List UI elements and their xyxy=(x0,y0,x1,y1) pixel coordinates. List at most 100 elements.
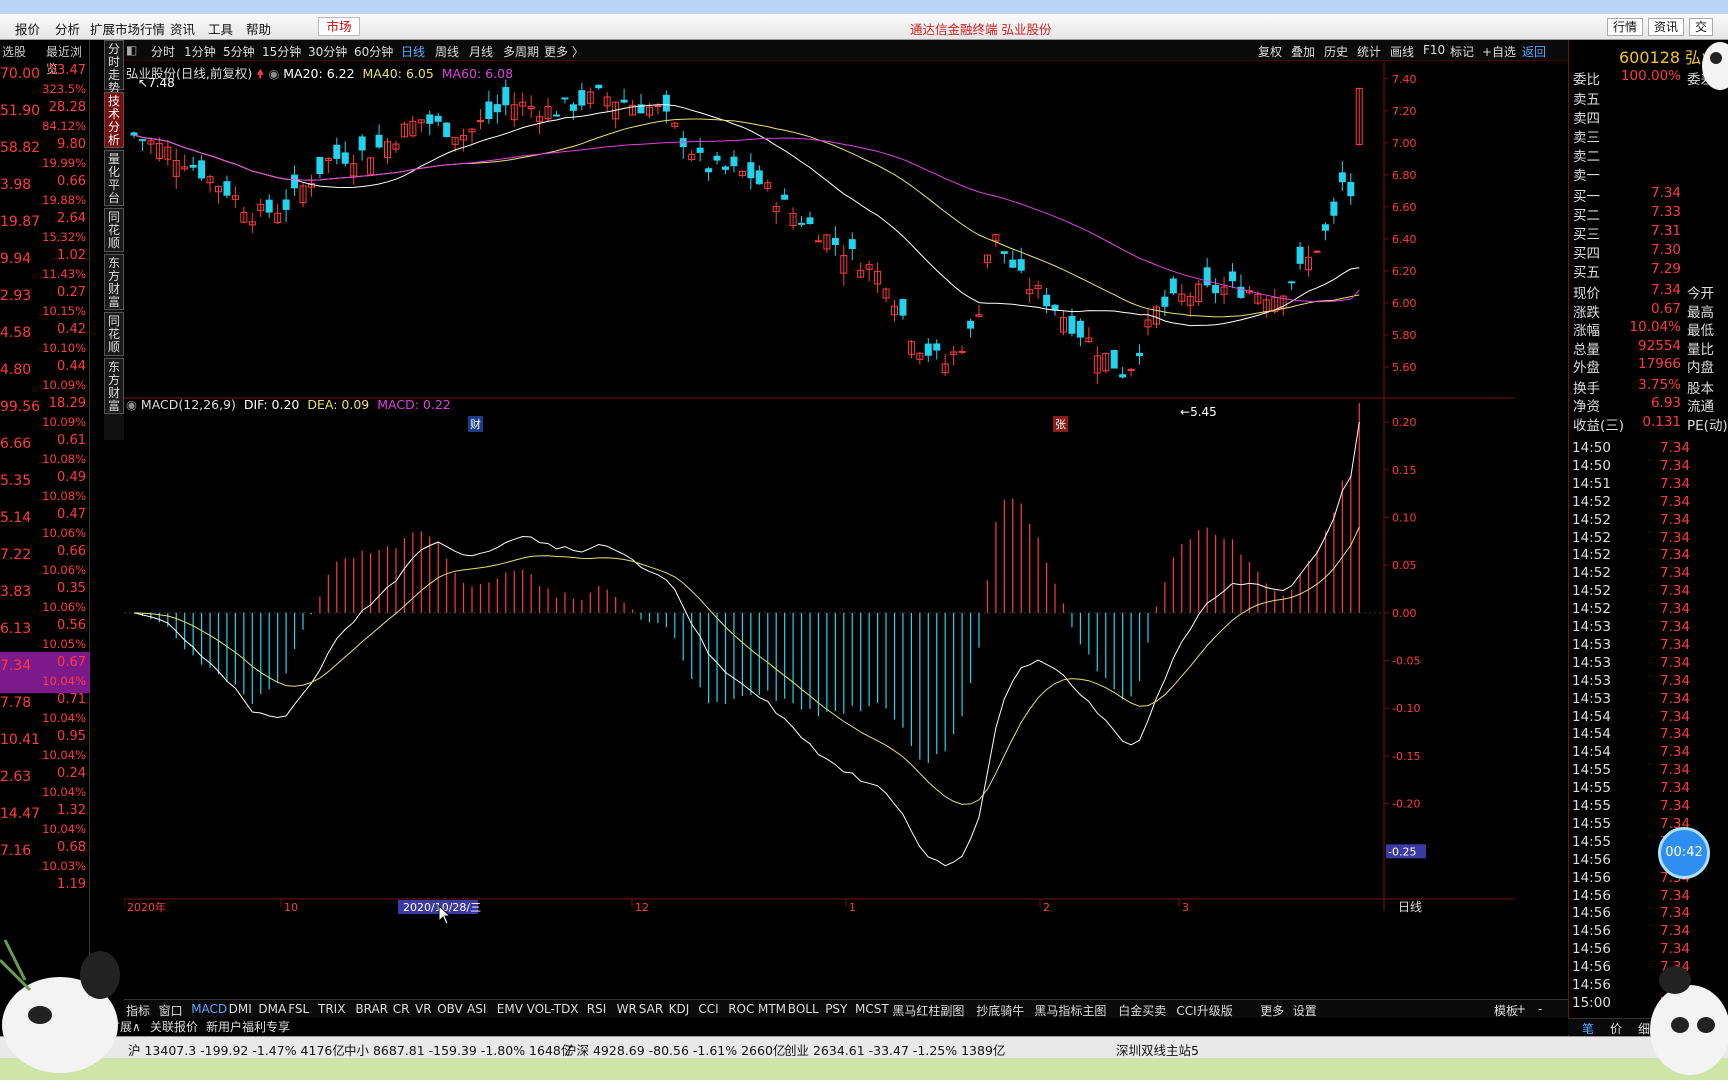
tick-tab[interactable]: 价 xyxy=(1610,1020,1622,1037)
menu-tools[interactable]: 工具 xyxy=(208,19,233,38)
stock-list-row[interactable]: 7.22 0.66 10.06% xyxy=(0,541,90,582)
news-button[interactable]: 资讯 xyxy=(1648,18,1685,36)
ask-row[interactable]: 卖四 xyxy=(1573,107,1728,127)
stock-list-row[interactable]: 4.58 0.42 10.10% xyxy=(0,319,90,360)
indicator-tab[interactable]: 窗口 xyxy=(159,1002,183,1019)
indicator-tab[interactable]: ROC xyxy=(728,1002,754,1016)
indicator-tab[interactable]: VR xyxy=(415,1002,432,1016)
indicator-tab[interactable]: RSI xyxy=(587,1002,607,1016)
tick-tab[interactable]: 笔 xyxy=(1582,1020,1594,1037)
stock-list-row[interactable]: 7.34 0.67 10.04% xyxy=(0,652,90,693)
indicator-tab[interactable]: ASI xyxy=(467,1002,486,1016)
stock-list-row[interactable]: 3.83 0.35 10.06% xyxy=(0,578,90,619)
indicator-tab[interactable]: 黑马指标主图 xyxy=(1034,1002,1106,1019)
indicator-tab[interactable]: PSY xyxy=(825,1002,847,1016)
stock-list-row[interactable]: 1.19 xyxy=(0,874,90,915)
indicator-tab[interactable]: CCI升级版 xyxy=(1176,1002,1232,1019)
tool-history[interactable]: 历史 xyxy=(1324,43,1348,60)
stock-list-row[interactable]: 7.78 0.71 10.04% xyxy=(0,689,90,730)
stock-list-row[interactable]: 5.35 0.49 10.08% xyxy=(0,467,90,508)
tool-stats[interactable]: 统计 xyxy=(1357,43,1381,60)
stock-list-row[interactable]: 2.93 0.27 10.15% xyxy=(0,282,90,323)
menu-quote[interactable]: 报价 xyxy=(15,19,40,38)
tool-overlay[interactable]: 叠加 xyxy=(1291,43,1315,60)
indicator-tab[interactable]: DMA xyxy=(258,1002,286,1016)
period-monthly[interactable]: 月线 xyxy=(469,43,493,60)
indicator-tab[interactable]: 抄底骑牛 xyxy=(976,1002,1024,1019)
vtab-timeshare[interactable]: 分时走势 xyxy=(104,40,124,95)
indicator-tab[interactable]: 更多 xyxy=(1260,1002,1284,1019)
bid-row[interactable]: 买二 7.33 xyxy=(1573,204,1728,224)
tool-add-fav[interactable]: +自选 xyxy=(1482,43,1516,60)
bid-row[interactable]: 买四 7.30 xyxy=(1573,242,1728,262)
tab-select-stock[interactable]: 选股 xyxy=(2,43,26,60)
vtab-ths-2[interactable]: 同花顺 xyxy=(104,312,124,356)
menu-news[interactable]: 资讯 xyxy=(170,19,195,38)
finance-mark[interactable]: 财 xyxy=(468,416,483,432)
market-tab[interactable]: 市场 xyxy=(318,17,360,36)
ask-row[interactable]: 卖二 xyxy=(1573,145,1728,165)
stock-list-row[interactable]: 58.82 9.80 19.99% xyxy=(0,134,90,175)
limit-up-mark[interactable]: 张 xyxy=(1053,416,1068,432)
tool-draw[interactable]: 画线 xyxy=(1390,43,1414,60)
vtab-quant[interactable]: 量化平台 xyxy=(104,150,124,206)
menu-help[interactable]: 帮助 xyxy=(246,19,271,38)
indicator-tab[interactable]: BOLL xyxy=(788,1002,819,1016)
tool-back[interactable]: 返回 xyxy=(1522,43,1546,60)
subtab-newuser[interactable]: 新用户福利专享 xyxy=(206,1018,290,1035)
tool-f10[interactable]: F10 xyxy=(1423,43,1445,57)
indicator-tab[interactable]: CR xyxy=(393,1002,410,1016)
period-60min[interactable]: 60分钟 xyxy=(354,43,393,60)
stock-list-row[interactable]: 4.80 0.44 10.09% xyxy=(0,356,90,397)
indicator-tab[interactable]: KDJ xyxy=(669,1002,690,1016)
stock-list-row[interactable]: 10.41 0.95 10.04% xyxy=(0,726,90,767)
stock-list-row[interactable]: 6.13 0.56 10.05% xyxy=(0,615,90,656)
quote-button[interactable]: 行情 xyxy=(1607,18,1644,36)
panel-icon[interactable]: ◧ xyxy=(126,43,137,57)
indicator-tab[interactable]: BRAR xyxy=(355,1002,388,1016)
indicator-tab[interactable]: EMV xyxy=(497,1002,523,1016)
stock-list-row[interactable]: 51.90 28.28 84.12% xyxy=(0,97,90,138)
indicator-tab[interactable]: 白金买卖 xyxy=(1118,1002,1166,1019)
indicator-tab[interactable]: VOL-TDX xyxy=(527,1002,579,1016)
stock-list-row[interactable]: 2.63 0.24 10.04% xyxy=(0,763,90,804)
indicator-tab[interactable]: 设置 xyxy=(1293,1002,1317,1019)
indicator-tab[interactable]: WR xyxy=(617,1002,637,1016)
stock-list-row[interactable]: 9.94 1.02 11.43% xyxy=(0,245,90,286)
index-gem[interactable]: 创业 2634.61 -33.47 -1.25% 1389亿 xyxy=(784,1040,1005,1059)
indicator-tab[interactable]: SAR xyxy=(639,1002,663,1016)
trade-button[interactable]: 交 xyxy=(1689,18,1714,36)
period-timeshare[interactable]: 分时 xyxy=(151,43,175,60)
indicator-tab[interactable]: MTM xyxy=(758,1002,786,1016)
macd-settings-icon[interactable]: ◉ xyxy=(126,397,137,412)
indicator-tab[interactable]: DMI xyxy=(229,1002,252,1016)
tool-fuquan[interactable]: 复权 xyxy=(1258,43,1282,60)
timer-badge[interactable]: 00:42 xyxy=(1658,827,1710,879)
ask-row[interactable]: 卖一 xyxy=(1573,164,1728,184)
index-sh[interactable]: 沪 13407.3 -199.92 -1.47% 4176亿 xyxy=(128,1040,345,1059)
tool-mark[interactable]: 标记 xyxy=(1450,43,1474,60)
template-control[interactable]: 模板 xyxy=(1494,1002,1518,1019)
indicator-tab[interactable]: TRIX xyxy=(318,1002,345,1016)
indicator-tab[interactable]: 黑马红柱副图 xyxy=(892,1002,964,1019)
indicator-tab[interactable]: OBV xyxy=(437,1002,463,1016)
indicator-tab[interactable]: FSL xyxy=(288,1002,309,1016)
stock-list-row[interactable]: 3.98 0.66 19.88% xyxy=(0,171,90,212)
index-smb[interactable]: 中小 8687.81 -159.39 -1.80% 1648亿 xyxy=(344,1040,573,1059)
period-weekly[interactable]: 周线 xyxy=(435,43,459,60)
settings-dot-icon[interactable]: ◉ xyxy=(268,66,279,81)
index-hs[interactable]: 沪深 4928.69 -80.56 -1.61% 2660亿 xyxy=(564,1040,785,1059)
template-control[interactable]: - xyxy=(1538,1002,1542,1016)
vtab-technical[interactable]: 技术分析 xyxy=(104,92,124,148)
period-15min[interactable]: 15分钟 xyxy=(262,43,301,60)
menu-analysis[interactable]: 分析 xyxy=(55,19,80,38)
period-daily[interactable]: 日线 xyxy=(401,43,425,60)
bid-row[interactable]: 买五 7.29 xyxy=(1573,261,1728,281)
period-5min[interactable]: 5分钟 xyxy=(223,43,255,60)
indicator-tab[interactable]: MACD xyxy=(191,1002,227,1016)
stock-list-row[interactable]: 99.56 18.29 10.09% xyxy=(0,393,90,434)
stock-list-row[interactable]: 5.14 0.47 10.06% xyxy=(0,504,90,545)
period-30min[interactable]: 30分钟 xyxy=(308,43,347,60)
indicator-tab[interactable]: CCI xyxy=(698,1002,718,1016)
stock-list-row[interactable]: 14.47 1.32 10.04% xyxy=(0,800,90,841)
